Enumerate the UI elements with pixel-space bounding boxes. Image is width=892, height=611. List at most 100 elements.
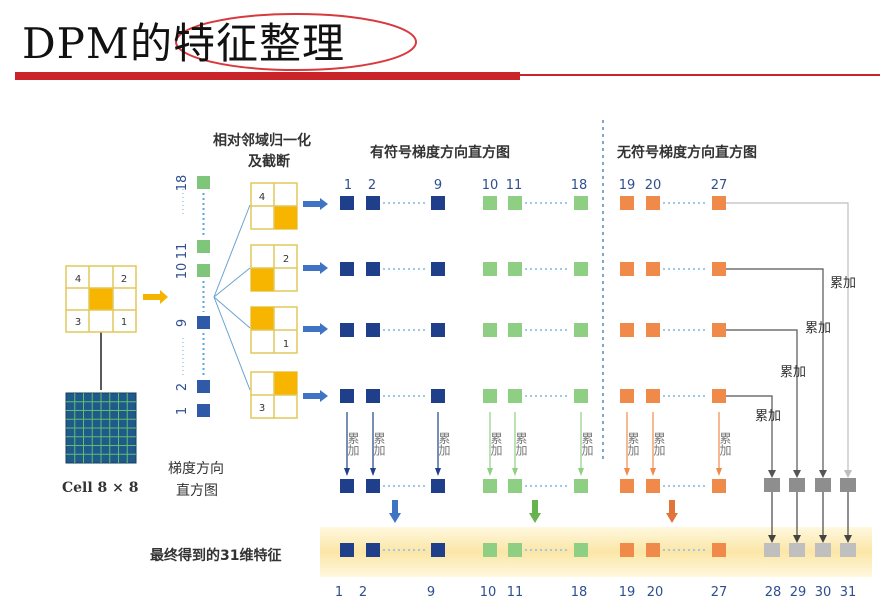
row-1-bin [620, 196, 634, 210]
accum-bin [340, 479, 354, 493]
top-bin-label: 20 [645, 178, 662, 193]
title-underline-thin [520, 74, 880, 76]
accum-bin [646, 479, 660, 493]
row-4-bin [431, 389, 445, 403]
accum-bin [483, 479, 497, 493]
row-4-bin [483, 389, 497, 403]
down-accumulate-label: 累加 [718, 432, 732, 457]
hist-bin-label: 2 [175, 383, 190, 391]
unsigned-header: 无符号梯度方向直方图 [617, 145, 757, 161]
row-2-bin [431, 262, 445, 276]
row-2-bin [646, 262, 660, 276]
accumulate-line [726, 268, 824, 472]
cell-number-br: 1 [121, 317, 127, 328]
band-arrow-shaft [532, 500, 538, 514]
band-arrow-head [666, 513, 678, 523]
hist-bin-label: 18 [175, 175, 190, 192]
down-arrow-head [650, 468, 656, 476]
gray-accum-bin [840, 478, 856, 492]
down-accumulate-label: 累加 [372, 432, 386, 457]
row-2-bin [574, 262, 588, 276]
row-4-bin [712, 389, 726, 403]
hist-label-line1: 梯度方向 [168, 461, 224, 477]
down-arrow-head [624, 468, 630, 476]
row-1-bin [574, 196, 588, 210]
row-2-bin [483, 262, 497, 276]
down-accumulate-label: 累加 [652, 432, 666, 457]
down-arrow-head [370, 468, 376, 476]
dpm-feature-diagram: 4 2 3 1 4 2 1 3 累加 累加 累加 累加 累加 累加 累加 累加 … [15, 13, 880, 600]
band-arrow-shaft [392, 500, 398, 514]
down-arrow-head [512, 468, 518, 476]
norm-variant-3 [250, 306, 298, 354]
band-arrow-shaft [669, 500, 675, 514]
bottom-bin-label: 28 [765, 585, 782, 600]
bottom-bin-label: 31 [840, 585, 857, 600]
variant-1-number: 4 [259, 192, 265, 203]
down-accumulate-label: 累加 [437, 432, 451, 457]
bottom-bin-label: 10 [480, 585, 497, 600]
down-accumulate-label: 累加 [346, 432, 360, 457]
row-1-bin [340, 196, 354, 210]
bottom-bin-label: 11 [507, 585, 524, 600]
accum-bin [712, 479, 726, 493]
fan-lines [213, 204, 251, 391]
final-bin [620, 543, 634, 557]
row-1-bin [366, 196, 380, 210]
top-bin-label: 11 [506, 178, 523, 193]
final-bin [340, 543, 354, 557]
final-bin [646, 543, 660, 557]
row-3-bin [483, 323, 497, 337]
row-1-bin [712, 196, 726, 210]
band-arrow-head [529, 513, 541, 523]
down-arrow-head [716, 468, 722, 476]
accumulate-label: 累加 [755, 409, 781, 424]
row-2-bin [340, 262, 354, 276]
bottom-bin-label: 9 [427, 585, 435, 600]
accumulate-arrow-head [844, 470, 852, 478]
final-gray-bin [764, 543, 780, 557]
row-1-bin [431, 196, 445, 210]
row-2-bin [712, 262, 726, 276]
hist-bin-labels: 18 11 10 9 2 1 [175, 175, 190, 415]
row-3-bin [340, 323, 354, 337]
final-bin [712, 543, 726, 557]
norm-variant-1 [250, 182, 298, 230]
accumulate-labels: 累加累加累加累加 [755, 276, 856, 424]
down-arrow-head [578, 468, 584, 476]
row-4-bin [646, 389, 660, 403]
row-2-bin [620, 262, 634, 276]
accum-bin [508, 479, 522, 493]
bottom-bin-label: 18 [571, 585, 588, 600]
accumulate-arrow-head [768, 470, 776, 478]
bottom-bin-label: 2 [359, 585, 367, 600]
down-accumulate-arrows: 累加 累加 累加 累加 累加 累加 累加 累加 累加 [344, 412, 732, 476]
final-gray-bin [840, 543, 856, 557]
band-arrow-head [389, 513, 401, 523]
accumulate-line [726, 329, 798, 472]
gray-accum-bin [764, 478, 780, 492]
accum-bin [366, 479, 380, 493]
down-accumulate-label: 累加 [489, 432, 503, 457]
down-arrow-head [344, 468, 350, 476]
gray-accum-bin [789, 478, 805, 492]
row-3-bin [646, 323, 660, 337]
hist-bin-label: 10 [175, 263, 190, 280]
down-accumulate-label: 累加 [626, 432, 640, 457]
row-4-bin [620, 389, 634, 403]
accumulate-line [726, 202, 849, 472]
final-bin [431, 543, 445, 557]
top-bin-label: 10 [482, 178, 499, 193]
norm-label-line1: 相对邻域归一化 [213, 133, 311, 149]
top-bin-label: 18 [571, 178, 588, 193]
accumulate-label: 累加 [830, 276, 856, 291]
hist-bin-label: 9 [175, 319, 190, 327]
variant-3-number: 1 [283, 339, 289, 350]
bottom-bin-label: 29 [790, 585, 807, 600]
hist-column [197, 176, 210, 417]
row-3-bin [574, 323, 588, 337]
variant-4-number: 3 [259, 403, 265, 414]
hist-bin-label: 1 [175, 407, 190, 415]
row-1-bin [483, 196, 497, 210]
top-bin-label: 19 [619, 178, 636, 193]
